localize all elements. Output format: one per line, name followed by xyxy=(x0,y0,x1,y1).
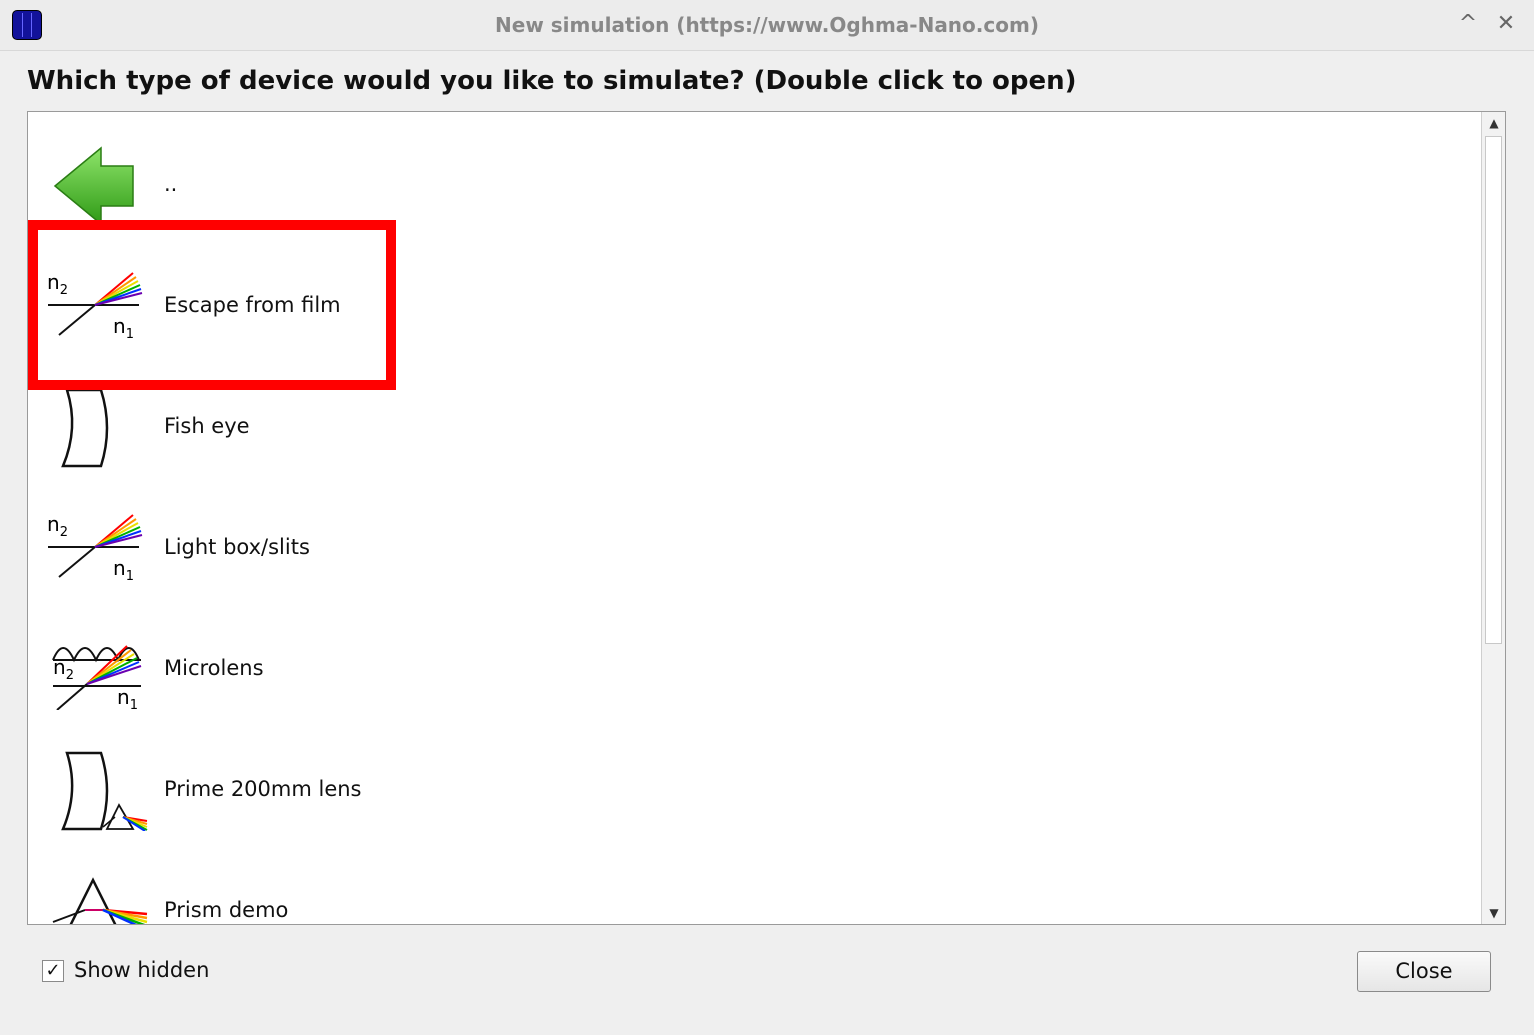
list-item-microlens[interactable]: n2 n1 Microlens xyxy=(28,608,1481,729)
list-item-light-box-slits[interactable]: n2 n1 Light box/slits xyxy=(28,487,1481,608)
refraction-icon: n2 n1 xyxy=(47,512,143,584)
list-item-label: Prism demo xyxy=(164,898,289,922)
prism-icon xyxy=(52,877,148,924)
back-arrow-icon xyxy=(53,146,134,226)
n2-label: n2 xyxy=(47,512,68,540)
scrollbar-thumb[interactable] xyxy=(1485,136,1502,644)
microlens-icon: n2 n1 xyxy=(52,645,142,710)
selection-highlight xyxy=(28,220,396,390)
list-item-label: Light box/slits xyxy=(164,535,310,559)
n1-label: n1 xyxy=(117,685,138,710)
question-heading: Which type of device would you like to s… xyxy=(27,66,1077,96)
n1-label: n1 xyxy=(113,556,134,584)
title-bar: New simulation (https://www.Oghma-Nano.c… xyxy=(0,0,1534,51)
scroll-up-button[interactable]: ▲ xyxy=(1482,112,1505,134)
show-hidden-label[interactable]: Show hidden xyxy=(74,958,209,982)
window-title: New simulation (https://www.Oghma-Nano.c… xyxy=(495,13,1039,37)
list-item-label: Microlens xyxy=(164,656,264,680)
lens-prism-icon xyxy=(61,751,148,831)
collapse-button[interactable]: ^ xyxy=(1456,12,1480,36)
vertical-scrollbar[interactable]: ▲ ▼ xyxy=(1481,112,1505,924)
list-item-prime-200mm-lens[interactable]: Prime 200mm lens xyxy=(28,729,1481,850)
list-item-label: Prime 200mm lens xyxy=(164,777,362,801)
close-button[interactable]: Close xyxy=(1357,951,1491,992)
scroll-down-button[interactable]: ▼ xyxy=(1482,902,1505,924)
device-list[interactable]: .. n2 n1 Escape from film Fish eye n2 n1… xyxy=(27,111,1506,925)
close-window-button[interactable]: ✕ xyxy=(1494,12,1518,36)
lens-icon xyxy=(61,388,109,468)
show-hidden-checkbox[interactable]: ✓ xyxy=(42,960,64,982)
list-item-prism-demo[interactable]: Prism demo xyxy=(28,850,1481,924)
